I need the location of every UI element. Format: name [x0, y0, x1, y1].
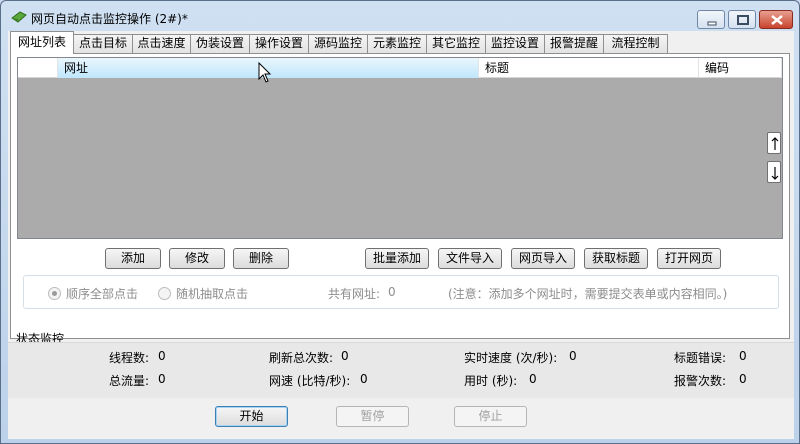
random-label[interactable]: 随机抽取点击	[176, 285, 248, 302]
close-icon	[771, 15, 783, 25]
window-title: 网页自动点击监控操作 (2#)*	[31, 12, 188, 26]
random-radio[interactable]	[158, 287, 171, 300]
status-panel: 线程数: 0 刷新总次数: 0 实时速度 (次/秒): 0 标题错误: 0 总流…	[8, 342, 794, 398]
threads-value: 0	[158, 349, 166, 363]
elapsed-time-value: 0	[529, 372, 537, 386]
tab-source-monitor[interactable]: 源码监控	[308, 34, 368, 53]
file-import-button[interactable]: 文件导入	[438, 248, 502, 269]
net-speed-value: 0	[360, 372, 368, 386]
alarm-count-value: 0	[739, 372, 747, 386]
main-window: 网页自动点击监控操作 (2#)* 网址列表 点击目标 点击速度 伪装设置 操作设…	[0, 0, 800, 444]
total-traffic-label: 总流量:	[109, 374, 150, 388]
total-traffic-value: 0	[158, 372, 166, 386]
url-list-panel: 网址 标题 编码 添加 修改 删除 批量添加 文件导入 网页导入 获取标题 打开	[10, 53, 790, 339]
arrow-up-icon	[771, 137, 779, 150]
minimize-icon	[707, 21, 717, 26]
realtime-speed-value: 0	[569, 349, 577, 363]
pause-button[interactable]: 暂停	[336, 406, 409, 427]
delete-button[interactable]: 删除	[233, 248, 289, 269]
title-bar[interactable]: 网页自动点击监控操作 (2#)*	[1, 1, 799, 31]
total-urls-label: 共有网址:	[328, 287, 381, 301]
move-up-button[interactable]	[767, 132, 781, 154]
sequential-radio[interactable]	[48, 287, 61, 300]
get-title-button[interactable]: 获取标题	[584, 248, 648, 269]
mouse-cursor-icon	[258, 62, 272, 83]
tab-other-monitor[interactable]: 其它监控	[426, 34, 486, 53]
edit-button[interactable]: 修改	[169, 248, 225, 269]
threads-label: 线程数:	[109, 351, 150, 365]
add-button[interactable]: 添加	[105, 248, 161, 269]
tab-operation-settings[interactable]: 操作设置	[249, 34, 309, 53]
click-mode-group: 顺序全部点击 随机抽取点击 共有网址: 0 (注意：添加多个网址时，需要提交表单…	[23, 275, 779, 309]
header-encoding-column[interactable]: 编码	[699, 58, 782, 78]
net-speed-label: 网速 (比特/秒):	[269, 374, 351, 388]
list-header: 网址 标题 编码	[18, 58, 782, 78]
url-list-view[interactable]: 网址 标题 编码	[17, 57, 783, 239]
client-area: 网址列表 点击目标 点击速度 伪装设置 操作设置 源码监控 元素监控 其它监控 …	[8, 31, 794, 439]
app-icon	[11, 11, 27, 23]
tab-element-monitor[interactable]: 元素监控	[367, 34, 427, 53]
arrow-down-icon	[771, 167, 779, 180]
tab-flow-control[interactable]: 流程控制	[603, 34, 668, 53]
minimize-button[interactable]	[697, 10, 725, 29]
start-button[interactable]: 开始	[215, 406, 288, 427]
move-down-button[interactable]	[767, 161, 781, 183]
refresh-count-label: 刷新总次数:	[269, 351, 334, 365]
title-errors-value: 0	[739, 349, 747, 363]
tab-url-list[interactable]: 网址列表	[10, 31, 74, 54]
open-page-button[interactable]: 打开网页	[657, 248, 721, 269]
note-text: (注意：添加多个网址时，需要提交表单或内容相同。)	[448, 287, 728, 301]
total-urls-value: 0	[388, 285, 396, 299]
close-button[interactable]	[759, 10, 793, 29]
tab-alarm-reminder[interactable]: 报警提醒	[544, 34, 604, 53]
web-import-button[interactable]: 网页导入	[511, 248, 575, 269]
header-title-column[interactable]: 标题	[479, 58, 699, 78]
batch-add-button[interactable]: 批量添加	[365, 248, 429, 269]
maximize-button[interactable]	[728, 10, 756, 29]
tab-disguise-settings[interactable]: 伪装设置	[190, 34, 250, 53]
tab-click-target[interactable]: 点击目标	[73, 34, 133, 53]
tab-click-speed[interactable]: 点击速度	[132, 34, 191, 53]
refresh-count-value: 0	[341, 349, 349, 363]
elapsed-time-label: 用时 (秒):	[464, 374, 518, 388]
alarm-count-label: 报警次数:	[674, 374, 727, 388]
title-errors-label: 标题错误:	[674, 351, 727, 365]
maximize-icon	[737, 15, 749, 25]
realtime-speed-label: 实时速度 (次/秒):	[464, 351, 558, 365]
tab-monitor-settings[interactable]: 监控设置	[485, 34, 545, 53]
header-index-column[interactable]	[18, 58, 58, 78]
stop-button[interactable]: 停止	[454, 406, 527, 427]
sequential-label[interactable]: 顺序全部点击	[66, 285, 138, 302]
